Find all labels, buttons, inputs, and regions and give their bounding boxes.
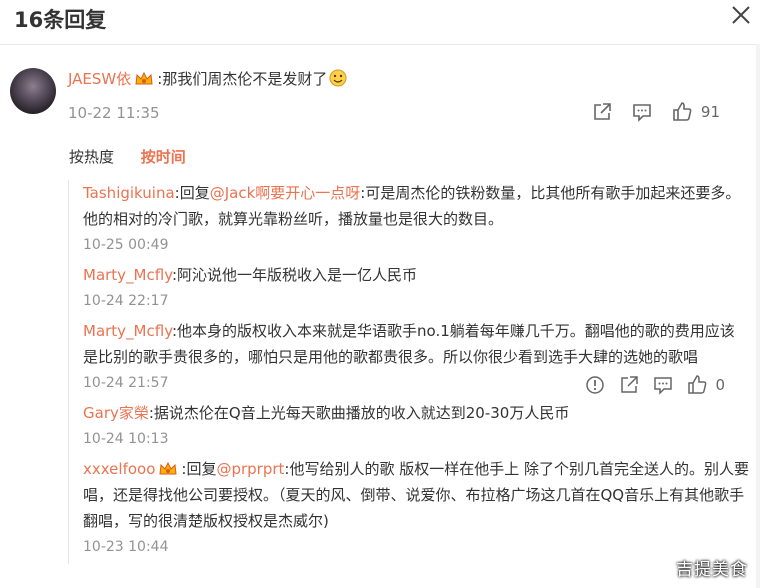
reply-count-title: 16条回复 xyxy=(14,8,107,32)
reply-item: Tashigikuina:回复@Jack啊要开心一点呀:可是周杰伦的铁粉数量，比… xyxy=(69,180,749,262)
reply-username[interactable]: Marty_Mcfly xyxy=(83,266,172,284)
reply-time: 10-24 22:17 xyxy=(83,293,169,309)
reply-meta: 10-23 10:44 xyxy=(83,534,749,564)
like-icon[interactable] xyxy=(671,101,693,123)
reply-meta: 10-24 22:17 xyxy=(83,288,749,318)
reply-actions: 0 xyxy=(585,372,725,398)
reply-username[interactable]: Tashigikuina xyxy=(83,184,175,202)
dialog-header: 16条回复 xyxy=(0,0,760,45)
reply-content: Gary家榮:据说杰伦在Q音上光每天歌曲播放的收入就达到20-30万人民币 xyxy=(83,400,749,426)
reply-like-count: 0 xyxy=(715,376,725,394)
sort-by-time-tab[interactable]: 按时间 xyxy=(141,148,186,166)
comment-icon[interactable] xyxy=(631,101,653,123)
scrollbar[interactable] xyxy=(756,44,760,588)
reply-time: 10-24 21:57 xyxy=(83,375,169,391)
close-icon[interactable] xyxy=(730,4,752,26)
reply-prefix: :回复 xyxy=(181,460,217,478)
main-comment-line: JAESW依 :那我们周杰伦不是发财了 xyxy=(68,68,347,89)
reply-meta: 10-25 00:49 xyxy=(83,232,749,262)
reply-time: 10-25 00:49 xyxy=(83,237,169,253)
share-icon[interactable] xyxy=(619,375,639,395)
reply-text: :他本身的版权收入本来就是华语歌手no.1躺着每年赚几千万。翻唱他的歌的费用应该… xyxy=(83,322,735,366)
vip-crown-icon xyxy=(135,72,153,85)
share-icon[interactable] xyxy=(591,101,613,123)
reply-item: Marty_Mcfly:阿沁说他一年版税收入是一亿人民币 10-24 22:17 xyxy=(69,262,749,318)
reply-item: Gary家榮:据说杰伦在Q音上光每天歌曲播放的收入就达到20-30万人民币 10… xyxy=(69,400,749,456)
main-comment-username[interactable]: JAESW依 xyxy=(68,70,131,88)
like-icon[interactable] xyxy=(687,375,707,395)
emoji-icon xyxy=(329,69,347,87)
watermark: 吉提美食 xyxy=(676,560,748,580)
reply-username[interactable]: xxxelfooo xyxy=(83,460,155,478)
reply-meta: 10-24 10:13 xyxy=(83,426,749,456)
reply-prefix: :回复 xyxy=(174,184,210,202)
reply-item: Marty_Mcfly:他本身的版权收入本来就是华语歌手no.1躺着每年赚几千万… xyxy=(69,318,749,400)
comment-icon[interactable] xyxy=(653,375,673,395)
reply-text: :阿沁说他一年版税收入是一亿人民币 xyxy=(171,266,418,284)
reply-item: xxxelfooo :回复@prprprt:他写给别人的歌 版权一样在他手上 除… xyxy=(69,456,749,564)
main-comment-text: :那我们周杰伦不是发财了 xyxy=(157,70,328,88)
reply-mention[interactable]: @prprprt xyxy=(216,460,284,478)
main-comment-actions: 91 xyxy=(591,101,720,123)
reply-time: 10-24 10:13 xyxy=(83,431,169,447)
avatar[interactable] xyxy=(10,68,56,114)
sort-by-hot-tab[interactable]: 按热度 xyxy=(69,148,114,166)
reply-username[interactable]: Gary家榮 xyxy=(83,404,149,422)
reply-content: Tashigikuina:回复@Jack啊要开心一点呀:可是周杰伦的铁粉数量，比… xyxy=(83,180,749,232)
vip-crown-icon xyxy=(159,462,177,475)
reply-content: Marty_Mcfly:他本身的版权收入本来就是华语歌手no.1躺着每年赚几千万… xyxy=(83,318,749,370)
reply-text: :据说杰伦在Q音上光每天歌曲播放的收入就达到20-30万人民币 xyxy=(148,404,570,422)
reply-content: xxxelfooo :回复@prprprt:他写给别人的歌 版权一样在他手上 除… xyxy=(83,456,749,534)
reply-time: 10-23 10:44 xyxy=(83,539,169,555)
reply-username[interactable]: Marty_Mcfly xyxy=(83,322,172,340)
main-comment-time: 10-22 11:35 xyxy=(68,104,160,122)
reply-content: Marty_Mcfly:阿沁说他一年版税收入是一亿人民币 xyxy=(83,262,749,288)
main-comment-like-count: 91 xyxy=(700,103,720,121)
reply-meta: 10-24 21:57 0 xyxy=(83,370,749,400)
sort-bar: 按热度 按时间 xyxy=(69,146,186,167)
reply-mention[interactable]: @Jack啊要开心一点呀 xyxy=(210,184,361,202)
reply-list: Tashigikuina:回复@Jack啊要开心一点呀:可是周杰伦的铁粉数量，比… xyxy=(68,180,749,564)
report-icon[interactable] xyxy=(585,375,605,395)
